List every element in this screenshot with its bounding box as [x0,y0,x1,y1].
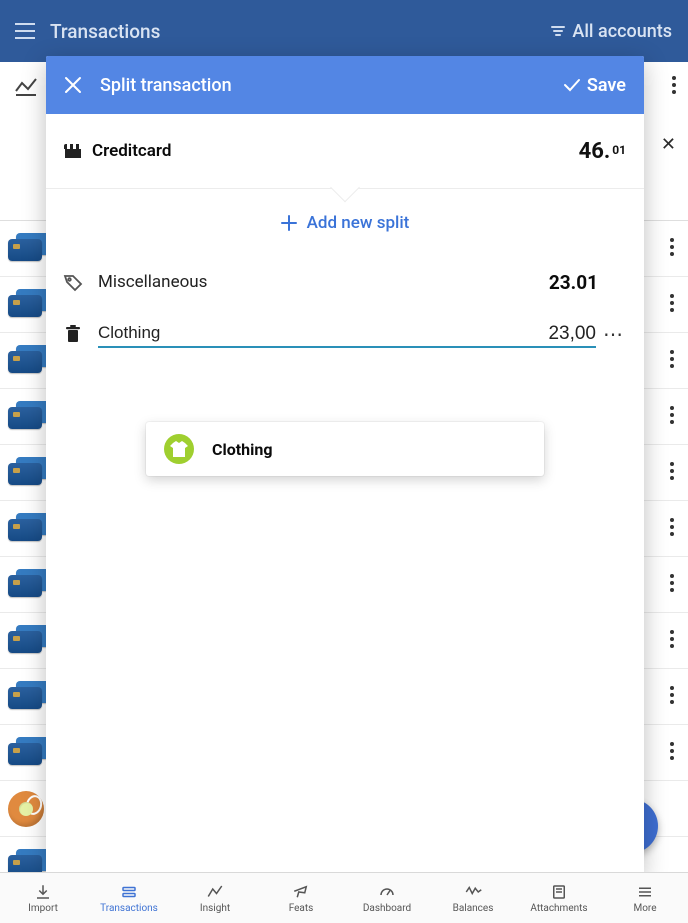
modal-header: Split transaction Save [46,56,644,114]
split-amount-label: 23.01 [518,271,598,294]
total-cents: 01 [612,143,626,157]
tennis-icon [8,791,44,827]
credit-card-icon [6,737,48,769]
row-overflow-button[interactable] [670,294,674,312]
credit-card-icon [6,569,48,601]
row-overflow-button[interactable] [670,350,674,368]
app-top-bar: Transactions All accounts [0,0,688,62]
total-major: 46. [579,139,611,164]
row-overflow-button[interactable] [670,630,674,648]
nav-label: More [633,903,656,914]
nav-balances[interactable]: Balances [430,873,516,923]
row-overflow-button[interactable] [670,406,674,424]
account-summary-row: Creditcard 46.01 [46,114,644,189]
credit-card-icon [6,681,48,713]
nav-label: Attachments [530,903,587,914]
input-underline [98,346,596,348]
page-title: Transactions [50,20,160,43]
toolbar-overflow-button[interactable] [672,76,676,94]
nav-label: Insight [200,903,230,914]
nav-more[interactable]: More [602,873,688,923]
credit-card-icon [6,457,48,489]
credit-card-icon [6,233,48,265]
nav-dashboard[interactable]: Dashboard [344,873,430,923]
row-overflow-button[interactable] [670,686,674,704]
chart-icon[interactable] [14,77,38,97]
accounts-filter-label: All accounts [572,21,672,42]
bottom-nav: Import Transactions Insight Feats Dashbo… [0,872,688,923]
suggestion-label: Clothing [212,440,272,459]
nav-label: Import [28,903,58,914]
save-button[interactable]: Save [563,75,644,96]
clothing-icon [164,434,194,464]
nav-attachments[interactable]: Attachments [516,873,602,923]
credit-card-icon [6,513,48,545]
split-transaction-modal: Split transaction Save Creditcard 46.01 … [46,56,644,873]
split-row: Miscellaneous 23.01 [46,257,644,307]
add-split-label: Add new split [307,213,410,233]
close-icon[interactable]: ✕ [661,134,676,155]
delete-split-button[interactable] [62,325,84,343]
credit-card-icon [6,345,48,377]
nav-import[interactable]: Import [0,873,86,923]
row-overflow-button[interactable] [670,462,674,480]
nav-label: Transactions [100,903,158,914]
credit-card-icon [6,401,48,433]
nav-label: Feats [289,903,314,914]
nav-label: Balances [453,903,494,914]
split-category-label[interactable]: Miscellaneous [98,272,518,292]
row-overflow-button[interactable] [670,518,674,536]
nav-label: Dashboard [363,903,411,914]
category-input-wrapper [98,321,494,348]
credit-card-icon [6,849,48,874]
row-overflow-button[interactable] [670,742,674,760]
accounts-filter-button[interactable]: All accounts [550,21,688,42]
account-icon [64,144,82,158]
check-icon [563,78,581,92]
split-amount-input[interactable] [514,322,598,346]
nav-transactions[interactable]: Transactions [86,873,172,923]
row-overflow-button[interactable] [670,574,674,592]
account-name: Creditcard [92,141,171,161]
category-input[interactable] [98,321,494,348]
nav-insight[interactable]: Insight [172,873,258,923]
plus-icon [281,215,297,231]
credit-card-icon [6,625,48,657]
nav-feats[interactable]: Feats [258,873,344,923]
close-modal-button[interactable] [46,56,100,114]
modal-title: Split transaction [100,75,563,96]
account-total: 46.01 [579,139,626,164]
filter-lines-icon [550,25,566,37]
save-label: Save [587,75,626,96]
credit-card-icon [6,289,48,321]
category-suggestion[interactable]: Clothing [146,422,544,476]
row-overflow-button[interactable] [670,238,674,256]
split-row-editing: ⋯ [46,309,644,359]
tag-icon [62,272,84,292]
split-more-button[interactable]: ⋯ [598,322,628,346]
hamburger-menu-button[interactable] [0,22,50,40]
